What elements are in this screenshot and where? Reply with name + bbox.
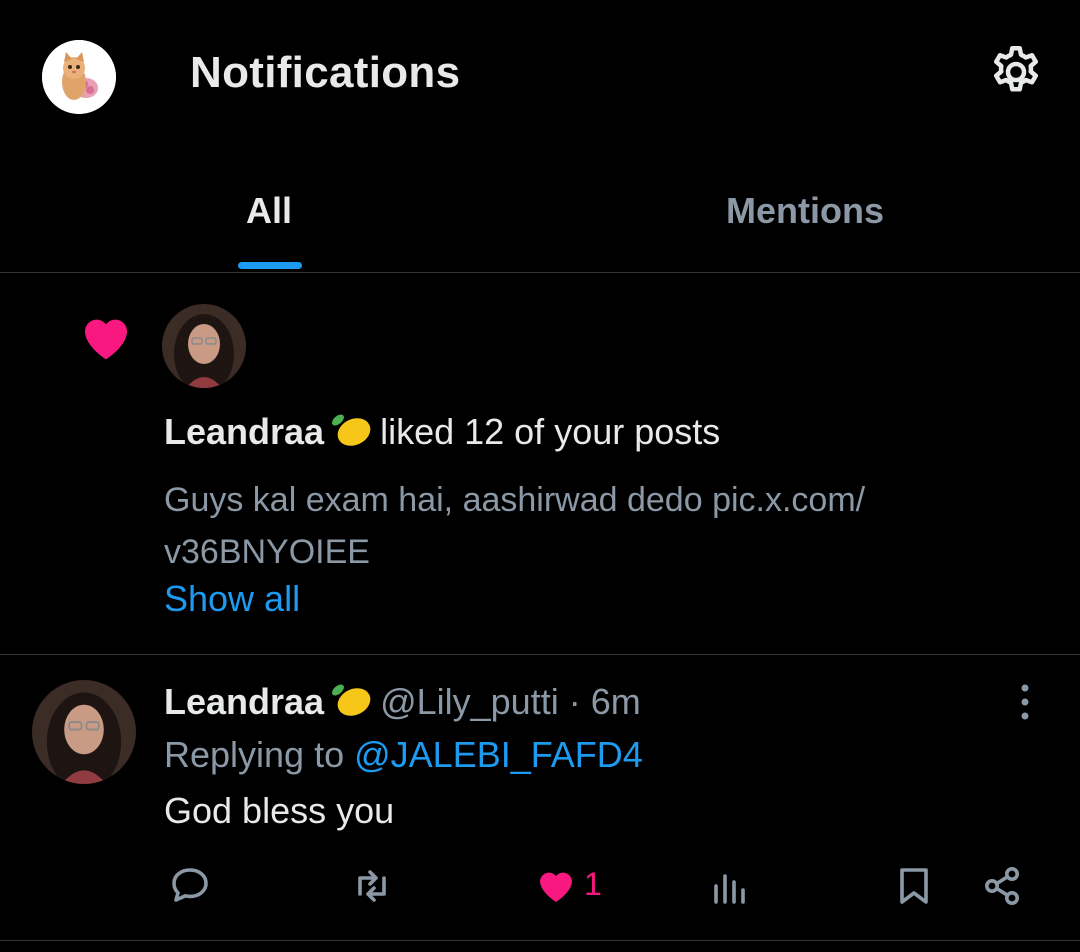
avatar[interactable] <box>32 680 136 784</box>
user-avatar-icon <box>32 680 136 784</box>
kitten-avatar-icon <box>42 40 116 114</box>
avatar[interactable] <box>162 304 246 388</box>
heart-icon <box>78 310 134 362</box>
share-icon <box>985 867 1019 905</box>
page-title: Notifications <box>190 48 461 97</box>
post-preview[interactable]: Guys kal exam hai, aashirwad dedo pic.x.… <box>164 474 984 578</box>
tab-mentions[interactable]: Mentions <box>726 190 884 232</box>
divider <box>0 654 1080 655</box>
user-handle[interactable]: @Lily_putti <box>380 681 559 722</box>
like-button[interactable] <box>532 862 580 910</box>
like-action-text: liked 12 of your posts <box>380 411 721 452</box>
bookmark-icon <box>900 868 928 904</box>
timestamp: 6m <box>590 681 641 722</box>
replying-to: Replying to @JALEBI_FAFD4 <box>164 734 643 776</box>
separator: · <box>568 681 581 722</box>
active-tab-indicator <box>238 262 302 269</box>
lemon-icon <box>330 410 374 450</box>
repost-icon <box>358 870 386 902</box>
replying-label: Replying to <box>164 734 345 775</box>
divider <box>0 940 1080 941</box>
user-avatar-icon <box>162 304 246 388</box>
lemon-icon <box>330 680 374 720</box>
settings-button[interactable] <box>986 42 1046 102</box>
like-notification-text[interactable]: Leandraa liked 12 of your posts <box>164 410 720 453</box>
reply-header: Leandraa @Lily_putti · 6m <box>164 680 641 723</box>
more-options-button[interactable] <box>1010 682 1040 722</box>
heart-icon <box>540 872 572 902</box>
reply-text: God bless you <box>164 790 395 831</box>
bookmark-button[interactable] <box>890 862 938 910</box>
replying-handle[interactable]: @JALEBI_FAFD4 <box>354 734 643 775</box>
like-count[interactable]: 1 <box>584 866 602 903</box>
reply-button[interactable] <box>166 862 214 910</box>
user-name[interactable]: Leandraa <box>164 681 324 722</box>
gear-icon <box>994 46 1038 92</box>
divider <box>0 272 1080 273</box>
share-button[interactable] <box>978 862 1026 910</box>
analytics-icon <box>714 874 745 904</box>
profile-avatar[interactable] <box>42 40 116 114</box>
action-bar: 1 <box>0 862 1080 910</box>
user-name[interactable]: Leandraa <box>164 411 324 452</box>
repost-button[interactable] <box>348 862 396 910</box>
more-vertical-icon <box>1021 684 1029 720</box>
show-all-link[interactable]: Show all <box>164 578 300 620</box>
comment-icon <box>172 868 208 902</box>
views-button[interactable] <box>706 862 754 910</box>
tab-all[interactable]: All <box>246 190 292 232</box>
